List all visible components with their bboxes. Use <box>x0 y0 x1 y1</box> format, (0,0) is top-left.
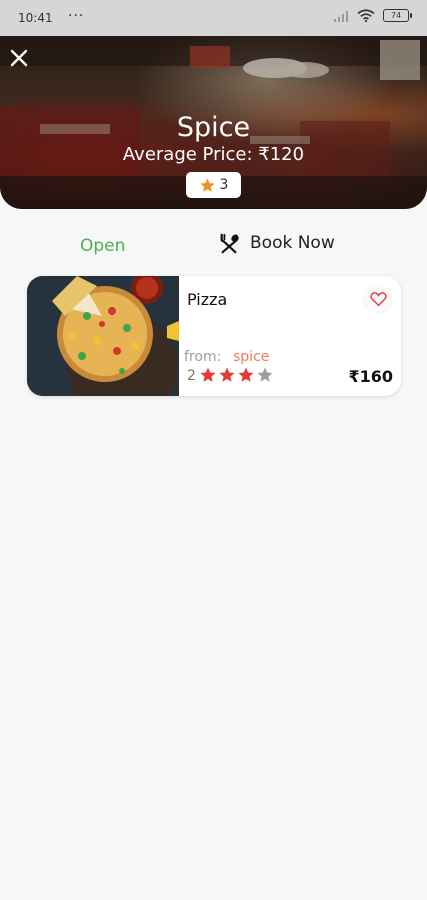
star-filled-icon <box>238 367 254 382</box>
average-price: Average Price: ₹120 <box>122 144 305 165</box>
menu-item-card[interactable]: Pizza from: spice 2 ₹160 <box>27 276 401 396</box>
star-empty-icon <box>257 367 273 382</box>
status-icons: 74 <box>333 9 412 22</box>
book-now-label: Book Now <box>250 233 335 253</box>
favorite-button[interactable] <box>365 286 391 312</box>
restaurant-link[interactable]: spice <box>233 349 269 365</box>
restaurant-rating-badge: 3 <box>186 172 241 198</box>
status-time: 10:41 <box>18 11 53 25</box>
battery-icon: 74 <box>383 9 412 22</box>
star-icon <box>199 177 215 192</box>
rating-count: 2 <box>187 368 196 384</box>
battery-level: 74 <box>390 11 402 20</box>
status-bar: 10:41 ··· 74 <box>0 0 427 36</box>
pizza-photo <box>27 276 179 396</box>
restaurant-hero: Spice Average Price: ₹120 3 <box>0 36 427 209</box>
star-filled-icon <box>219 367 235 382</box>
pizza-image <box>27 276 179 396</box>
menu-item-name: Pizza <box>187 290 228 309</box>
item-price: ₹160 <box>348 367 393 386</box>
heart-outline-icon <box>369 292 387 307</box>
book-now-button[interactable]: Book Now <box>218 232 335 254</box>
item-rating-stars <box>199 366 274 384</box>
status-dots: ··· <box>68 8 85 24</box>
fork-spoon-icon <box>220 233 239 254</box>
open-status: Open <box>80 236 126 256</box>
from-label: from: <box>184 349 222 365</box>
wifi-icon <box>357 9 375 22</box>
star-filled-icon <box>200 367 216 382</box>
restaurant-rating-value: 3 <box>219 177 229 193</box>
close-icon <box>10 49 28 67</box>
restaurant-name: Spice <box>176 112 251 143</box>
close-button[interactable] <box>7 46 31 70</box>
signal-icon <box>334 10 348 22</box>
